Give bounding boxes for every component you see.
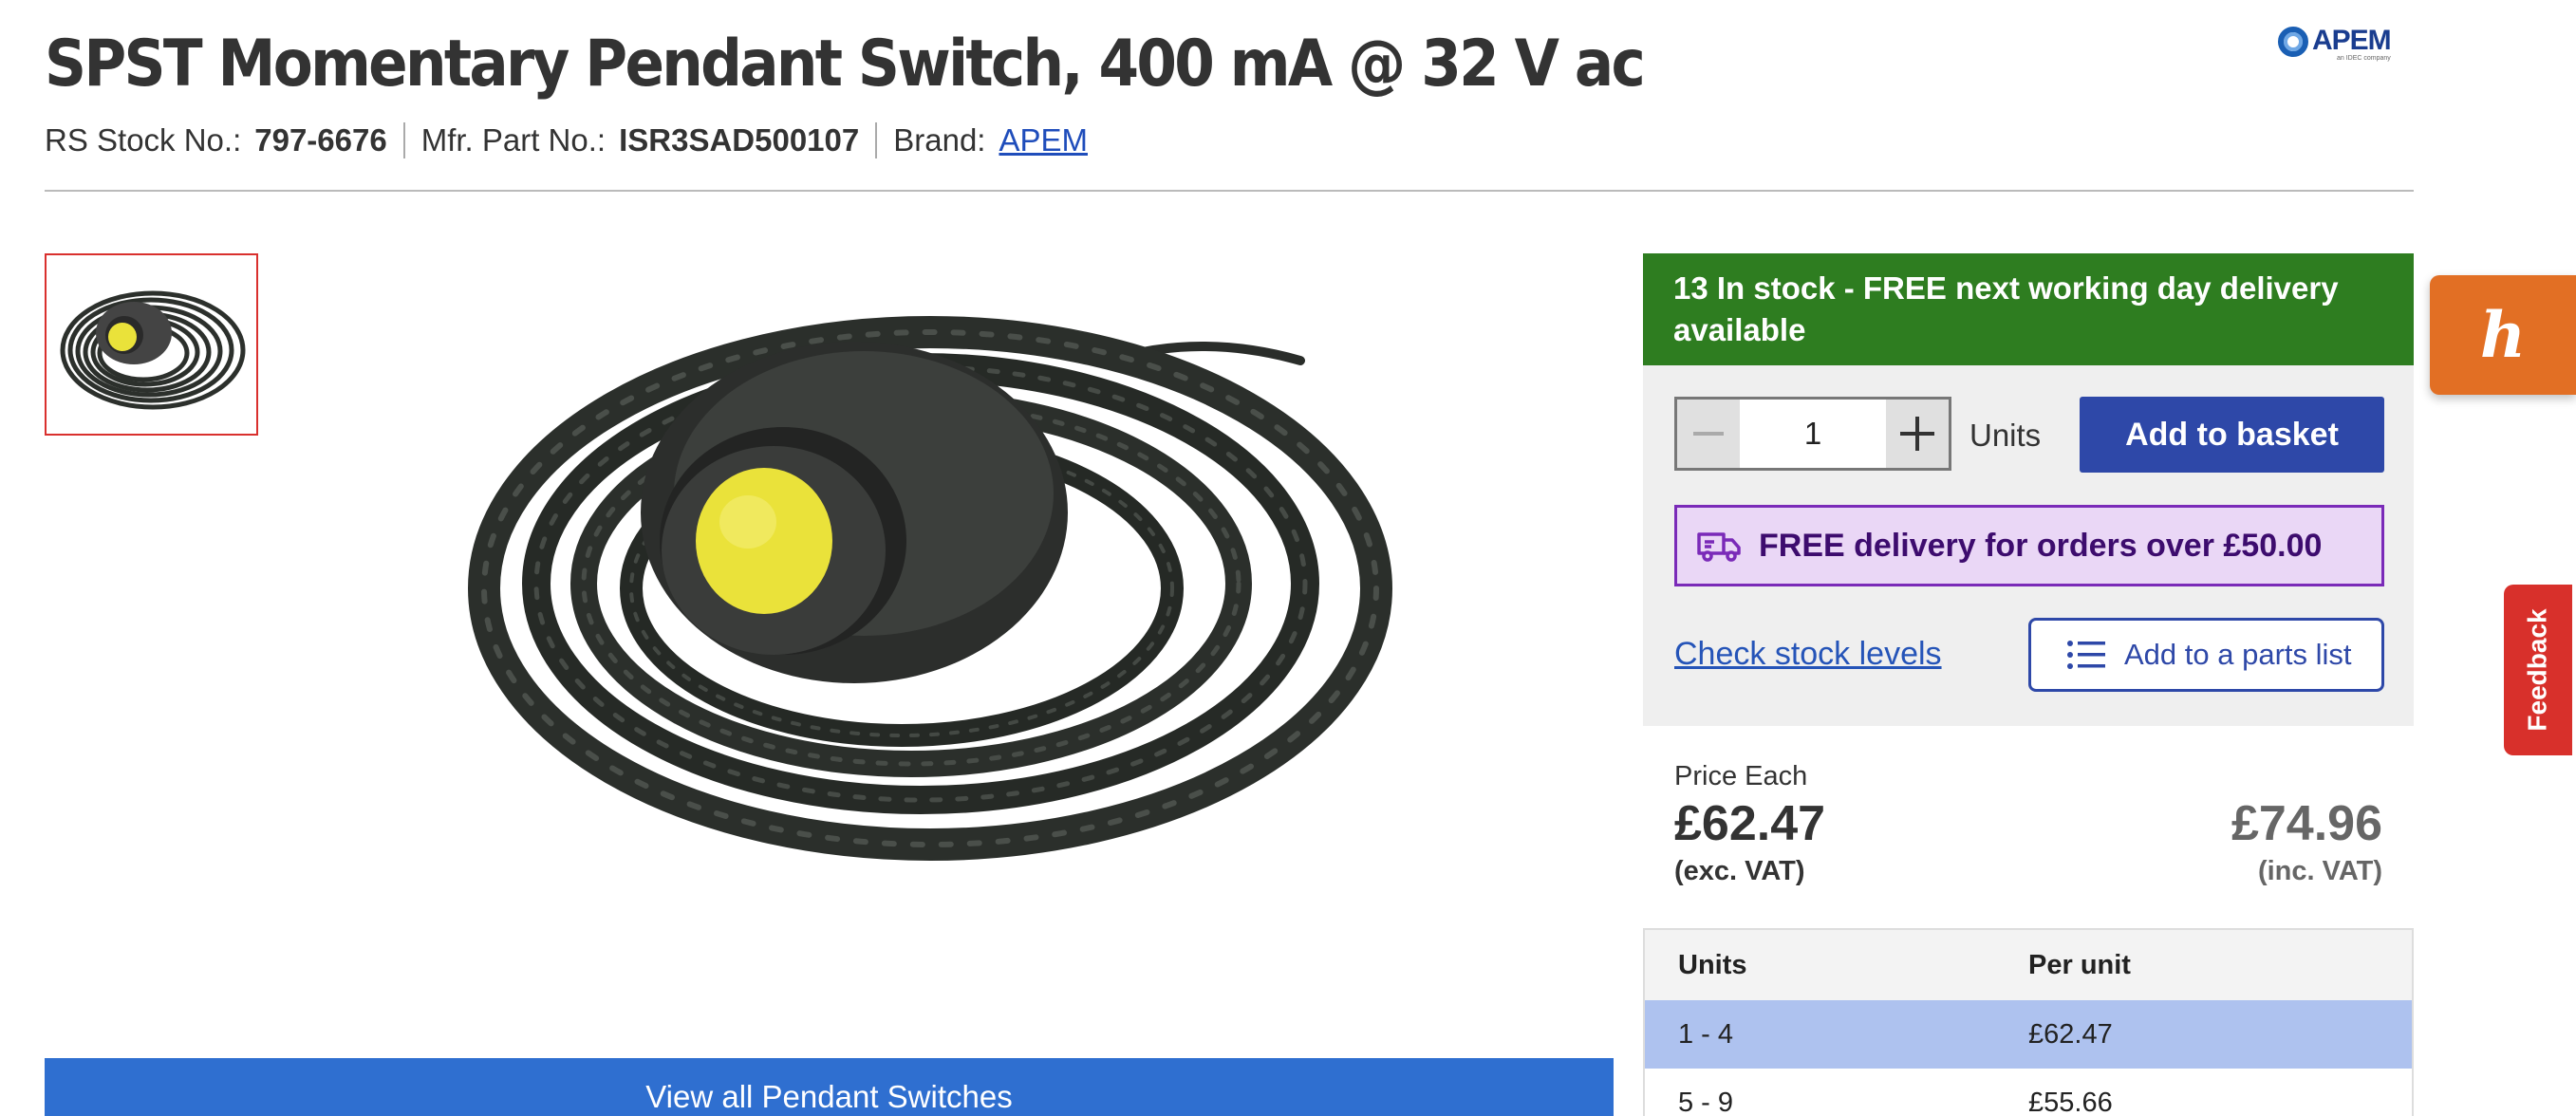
brand-logo[interactable]: APEM an IDEC company — [2278, 27, 2416, 65]
honey-icon: h — [2480, 298, 2526, 372]
brand-label: Brand: — [893, 122, 986, 158]
stock-number-value: 797-6676 — [254, 122, 387, 158]
stock-number-label: RS Stock No.: — [45, 122, 242, 158]
column-header-per-unit: Per unit — [2028, 949, 2131, 980]
inc-vat-label: (inc. VAT) — [2257, 856, 2382, 886]
feedback-label: Feedback — [2523, 608, 2553, 732]
feedback-tab[interactable]: Feedback — [2504, 585, 2572, 755]
minus-icon[interactable] — [1677, 400, 1740, 468]
apem-logo-icon — [2278, 27, 2308, 57]
truck-icon — [1697, 532, 1741, 562]
row-per-unit: £55.66 — [2028, 1087, 2113, 1116]
brand-logo-tagline: an IDEC company — [2337, 55, 2391, 62]
mfr-part-number: Mfr. Part No.: ISR3SAD500107 — [402, 122, 876, 158]
free-delivery-text: FREE delivery for orders over £50.00 — [1759, 527, 2323, 564]
mfr-part-value: ISR3SAD500107 — [619, 122, 860, 158]
table-row: 5 - 9 £55.66 — [1645, 1069, 2412, 1116]
product-title: SPST Momentary Pendant Switch, 400 mA @ … — [45, 27, 1646, 102]
ex-vat-label: (exc. VAT) — [1674, 856, 1805, 886]
brand: Brand: APEM — [875, 122, 1104, 158]
plus-icon[interactable] — [1886, 400, 1949, 468]
quantity-input[interactable]: 1 — [1740, 400, 1886, 468]
table-row: 1 - 4 £62.47 — [1645, 1000, 2412, 1069]
buy-panel: 1 Units Add to basket FREE delivery for … — [1643, 365, 2414, 726]
row-units: 1 - 4 — [1678, 1018, 1734, 1050]
add-to-basket-button[interactable]: Add to basket — [2080, 397, 2384, 473]
product-image — [446, 256, 1433, 958]
add-to-parts-list-button[interactable]: Add to a parts list — [2028, 618, 2384, 692]
price-inc-vat: £74.96 — [2231, 796, 2382, 851]
price-breaks-table: Units Per unit 1 - 4 £62.47 5 - 9 £55.66 — [1643, 928, 2414, 1116]
view-all-pendant-switches-button[interactable]: View all Pendant Switches — [45, 1058, 1614, 1116]
brand-logo-text: APEM — [2312, 25, 2392, 56]
pendant-switch-image — [468, 316, 1392, 861]
header-divider — [45, 190, 2414, 192]
table-header: Units Per unit — [1645, 930, 2412, 1000]
stock-number: RS Stock No.: 797-6676 — [45, 122, 403, 158]
free-delivery-banner: FREE delivery for orders over £50.00 — [1674, 505, 2384, 586]
product-meta: RS Stock No.: 797-6676 Mfr. Part No.: IS… — [45, 118, 1104, 163]
price-each-label: Price Each — [1674, 761, 1808, 791]
units-label: Units — [1969, 418, 2042, 453]
price-ex-vat: £62.47 — [1674, 796, 1826, 851]
row-per-unit: £62.47 — [2028, 1018, 2113, 1050]
brand-link[interactable]: APEM — [999, 122, 1088, 158]
quantity-stepper[interactable]: 1 — [1674, 397, 1951, 471]
check-stock-levels-link[interactable]: Check stock levels — [1674, 636, 1942, 673]
column-header-units: Units — [1678, 949, 1747, 980]
product-thumbnail[interactable] — [45, 253, 258, 436]
stock-status-banner: 13 In stock - FREE next working day deli… — [1643, 253, 2414, 365]
mfr-part-label: Mfr. Part No.: — [420, 122, 607, 158]
list-icon — [2067, 641, 2105, 669]
row-units: 5 - 9 — [1678, 1087, 1734, 1116]
honey-extension-button[interactable]: h — [2430, 275, 2576, 395]
thumbnail-image — [60, 290, 246, 410]
add-to-parts-list-label: Add to a parts list — [2124, 638, 2352, 671]
